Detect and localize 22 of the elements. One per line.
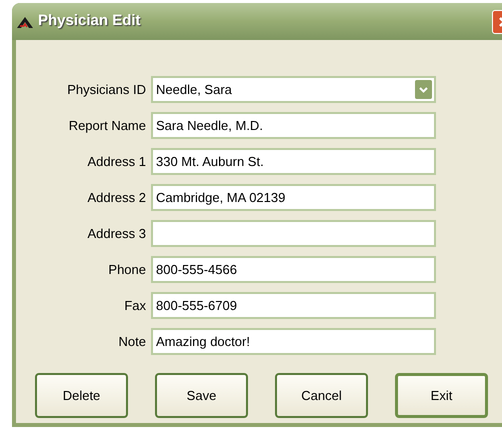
field-label: Address 3 [86,224,146,243]
input-field[interactable]: 800-555-6709 [151,292,436,319]
field-label: Note [118,332,146,351]
field-label: Address 2 [86,188,146,207]
dialog-button[interactable]: Save [155,373,248,418]
input-field[interactable]: Cambridge, MA 02139 [151,184,436,211]
dialog-button[interactable]: Delete [35,373,128,418]
field-label: Address 1 [86,152,146,171]
field-label: Physicians ID [66,80,146,99]
input-field[interactable]: 800-555-4566 [151,256,436,283]
input-field[interactable]: Amazing doctor! [151,328,436,355]
app-logo-icon [16,14,34,28]
dialog-button[interactable]: Cancel [275,373,368,418]
field-label: Report Name [68,116,146,135]
window-title: Physician Edit [38,11,141,32]
input-field[interactable] [151,220,436,247]
dialog-button[interactable]: Exit [395,373,488,418]
input-field[interactable]: Sara Needle, M.D. [151,112,436,139]
dropdown-field[interactable]: Needle, Sara [151,76,436,103]
input-field[interactable]: 330 Mt. Auburn St. [151,148,436,175]
field-label: Phone [107,260,146,279]
field-label: Fax [123,296,146,315]
